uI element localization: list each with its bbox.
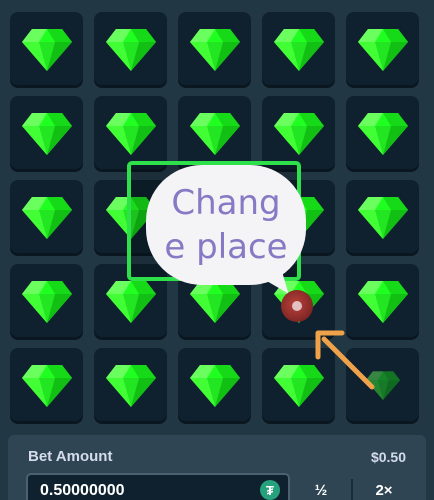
mine-tile[interactable] (10, 180, 83, 253)
mine-tile[interactable] (346, 12, 419, 85)
mine-tile[interactable] (10, 264, 83, 337)
pointer-arrow-icon (315, 330, 375, 390)
bet-panel: Bet Amount $0.50 ₮ ½ 2× (8, 435, 426, 500)
speech-bubble-text: Chang e place (164, 183, 288, 267)
mines-game-screen: Chang e place Bet Amount $0.50 ₮ ½ 2× (0, 0, 434, 500)
double-bet-button[interactable]: 2× (354, 473, 414, 500)
gem-icon (189, 27, 240, 71)
mine-tile[interactable] (10, 12, 83, 85)
mine-tile[interactable] (262, 12, 335, 85)
bet-amount-field[interactable]: ₮ (26, 473, 290, 500)
gem-icon (105, 279, 156, 323)
bet-usd-value: $0.50 (370, 449, 406, 465)
gem-icon (21, 195, 72, 239)
gem-icon (273, 111, 324, 155)
half-bet-button[interactable]: ½ (292, 473, 350, 500)
tether-icon: ₮ (260, 480, 280, 500)
gem-icon (189, 279, 240, 323)
bet-amount-input[interactable] (38, 481, 242, 500)
gem-icon (189, 363, 240, 407)
mine-tile[interactable] (178, 12, 251, 85)
gem-icon (273, 27, 324, 71)
gem-icon (21, 363, 72, 407)
mine-tile[interactable] (178, 348, 251, 421)
speech-bubble: Chang e place (146, 165, 306, 285)
marker-icon (281, 290, 313, 322)
gem-icon (357, 195, 408, 239)
mine-tile[interactable] (346, 180, 419, 253)
mine-tile[interactable] (94, 12, 167, 85)
mine-tile[interactable] (262, 96, 335, 169)
bet-amount-label: Bet Amount (28, 448, 113, 465)
mine-tile[interactable] (10, 348, 83, 421)
gem-icon (21, 279, 72, 323)
gem-icon (21, 111, 72, 155)
gem-icon (21, 27, 72, 71)
mine-tile[interactable] (178, 96, 251, 169)
mine-tile[interactable] (94, 348, 167, 421)
mine-tile[interactable] (94, 96, 167, 169)
gem-icon (357, 111, 408, 155)
gem-icon (105, 111, 156, 155)
mine-tile[interactable] (346, 96, 419, 169)
button-divider (351, 479, 353, 500)
gem-icon (189, 111, 240, 155)
gem-icon (357, 279, 408, 323)
mine-tile[interactable] (10, 96, 83, 169)
gem-icon (105, 363, 156, 407)
gem-icon (105, 27, 156, 71)
gem-icon (357, 27, 408, 71)
